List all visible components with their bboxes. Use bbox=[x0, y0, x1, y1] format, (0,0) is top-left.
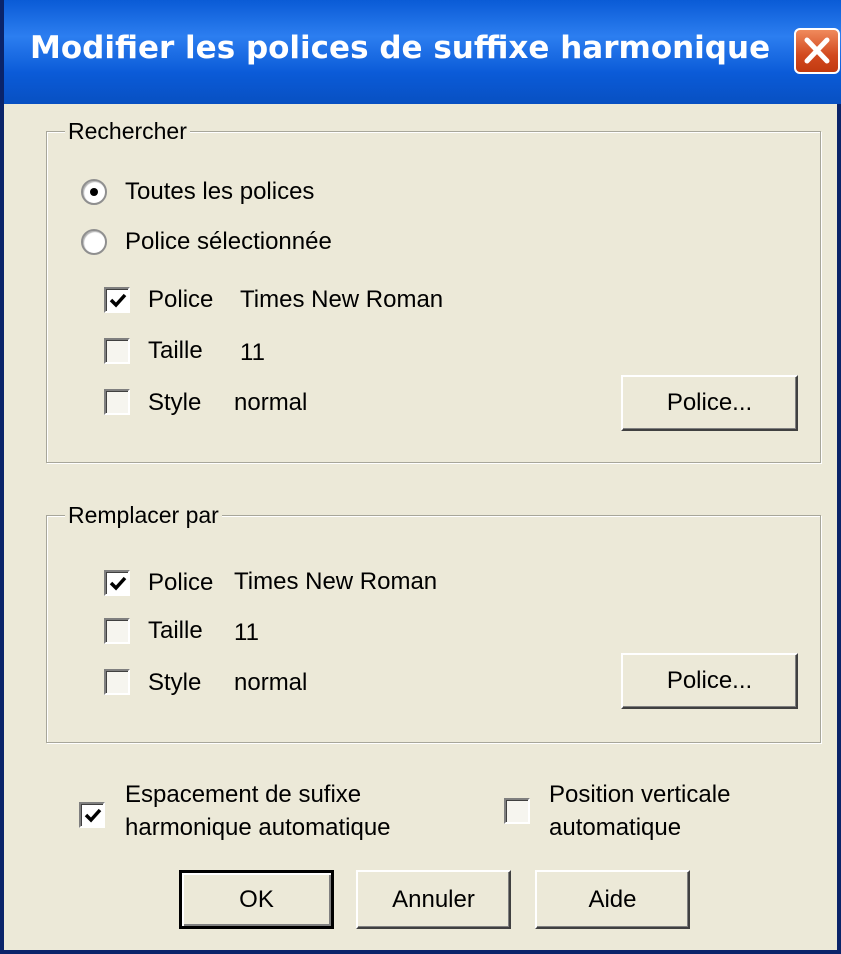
search-font-button[interactable]: Police... bbox=[621, 375, 798, 431]
replace-font-label[interactable]: Police bbox=[148, 569, 213, 597]
search-group-label: Rechercher bbox=[65, 118, 190, 145]
checkmark-icon bbox=[109, 576, 127, 591]
radio-dot bbox=[90, 188, 98, 196]
search-size-checkbox[interactable] bbox=[104, 338, 130, 364]
dialog-window: Modifier les polices de suffixe harmoniq… bbox=[0, 0, 841, 954]
auto-vertical-position-checkbox[interactable] bbox=[504, 798, 530, 824]
replace-size-value: 11 bbox=[234, 619, 259, 646]
ok-button[interactable]: OK bbox=[179, 870, 334, 929]
replace-style-value: normal bbox=[234, 669, 308, 696]
auto-vertical-label-line1[interactable]: Position verticale bbox=[549, 781, 730, 809]
search-font-label[interactable]: Police bbox=[148, 286, 213, 314]
window-title: Modifier les polices de suffixe harmoniq… bbox=[30, 30, 771, 66]
search-style-checkbox[interactable] bbox=[104, 389, 130, 415]
close-icon bbox=[804, 37, 830, 64]
radio-selected-font-label[interactable]: Police sélectionnée bbox=[125, 228, 332, 256]
auto-spacing-label-line1[interactable]: Espacement de sufixe bbox=[125, 781, 361, 809]
replace-size-checkbox[interactable] bbox=[104, 618, 130, 644]
auto-spacing-checkbox[interactable] bbox=[79, 802, 105, 828]
replace-style-label[interactable]: Style bbox=[148, 669, 201, 697]
search-size-value: 11 bbox=[240, 339, 265, 366]
checkmark-icon bbox=[84, 808, 102, 823]
replace-font-checkbox[interactable] bbox=[104, 570, 130, 596]
radio-all-fonts-label[interactable]: Toutes les polices bbox=[125, 178, 314, 206]
title-bar[interactable]: Modifier les polices de suffixe harmoniq… bbox=[4, 0, 841, 104]
replace-style-checkbox[interactable] bbox=[104, 669, 130, 695]
search-style-label[interactable]: Style bbox=[148, 389, 201, 417]
search-font-checkbox[interactable] bbox=[104, 287, 130, 313]
help-button[interactable]: Aide bbox=[535, 870, 690, 929]
auto-vertical-label-line2[interactable]: automatique bbox=[549, 814, 681, 842]
replace-font-button[interactable]: Police... bbox=[621, 653, 798, 709]
replace-group-label: Remplacer par bbox=[65, 502, 222, 529]
replace-size-label[interactable]: Taille bbox=[148, 617, 203, 645]
checkmark-icon bbox=[109, 293, 127, 308]
cancel-button[interactable]: Annuler bbox=[356, 870, 511, 929]
search-style-value: normal bbox=[234, 389, 308, 416]
replace-font-value: Times New Roman bbox=[234, 568, 438, 595]
radio-all-fonts[interactable] bbox=[81, 179, 107, 205]
search-size-label[interactable]: Taille bbox=[148, 337, 203, 365]
search-font-value: Times New Roman bbox=[240, 286, 444, 313]
auto-spacing-label-line2[interactable]: harmonique automatique bbox=[125, 814, 391, 842]
radio-selected-font[interactable] bbox=[81, 229, 107, 255]
close-button[interactable] bbox=[794, 28, 840, 74]
